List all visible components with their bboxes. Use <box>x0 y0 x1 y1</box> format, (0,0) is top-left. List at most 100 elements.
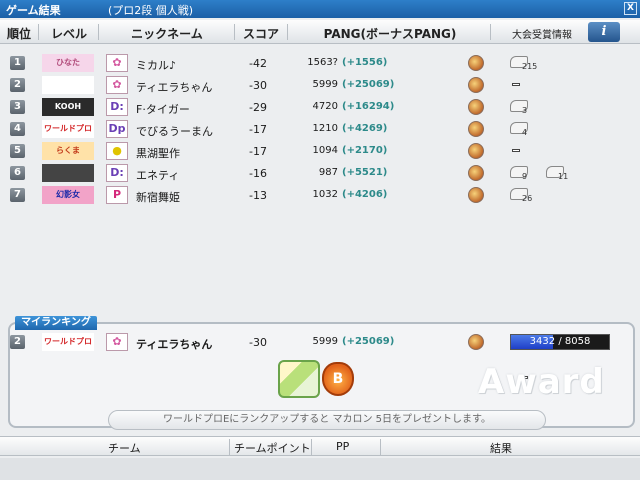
score: -42 <box>249 57 267 70</box>
pang: 5999 <box>312 336 338 347</box>
score: -30 <box>249 79 267 92</box>
bonus-pang: (+16294) <box>342 101 395 112</box>
bonus-pang: (+4269) <box>342 123 388 134</box>
empty-award-icon <box>512 83 520 86</box>
rank-badge: 4 <box>10 122 25 136</box>
exp-current: 3432 <box>529 336 556 347</box>
rank-badge: 5 <box>10 144 25 158</box>
result-row: 6 D: エネティ -16 987 (+5521) 9 11 <box>0 162 640 184</box>
medal-icon <box>468 165 484 181</box>
avatar: ✿ <box>106 76 128 94</box>
medal-icon <box>468 334 484 350</box>
medal-icon <box>468 121 484 137</box>
award-count: 11 <box>558 172 569 181</box>
award-cell: 215 <box>510 54 600 74</box>
award-count: 215 <box>522 62 538 71</box>
level-badge: 幻影女 <box>42 186 94 204</box>
avatar: P <box>106 186 128 204</box>
level-badge: ワールドプロE <box>42 120 94 138</box>
team-divider <box>311 439 312 455</box>
pang: 5999 <box>312 79 338 90</box>
level-badge: ひなた <box>42 54 94 72</box>
header-award-info: 大会受賞情報 <box>512 30 572 41</box>
award-cell <box>510 142 600 162</box>
result-row: 3 KOOH MANIA D: F·タイガー -29 4720 (+16294) 3 <box>0 96 640 118</box>
results-header: 順位 レベル ニックネーム スコア PANG(ボーナスPANG) 大会受賞情報 … <box>0 20 640 44</box>
nickname: ミカル♪ <box>136 59 177 72</box>
close-icon[interactable]: X <box>624 2 637 15</box>
nickname: でびるうーまん <box>136 125 213 138</box>
avatar: Dp <box>106 120 128 138</box>
my-ranking-tab[interactable]: マイランキング <box>15 316 97 330</box>
result-row: 7 幻影女 P 新宿舞姫 -13 1032 (+4206) 26 <box>0 184 640 206</box>
score: -13 <box>249 189 267 202</box>
pang: 1563? <box>307 57 338 68</box>
result-row: 2 ✿ ティエラちゃん -30 5999 (+25069) <box>0 74 640 96</box>
header-level: レベル <box>50 27 87 41</box>
nickname: 黒湖聖作 <box>136 147 180 160</box>
header-score: スコア <box>242 27 279 41</box>
pang: 987 <box>318 167 338 178</box>
result-row: 4 ワールドプロE Dp でびるうーまん -17 1210 (+4269) 4 <box>0 118 640 140</box>
award-count: 3 <box>522 106 528 115</box>
bonus-pang: (+25069) <box>342 79 395 90</box>
rank-badge: 2 <box>10 335 25 349</box>
header-divider <box>234 24 235 40</box>
team-divider <box>380 439 381 455</box>
pang: 1210 <box>312 123 338 134</box>
award-cell <box>510 76 600 96</box>
award-cell: 9 11 <box>510 164 600 184</box>
medal-icon <box>468 55 484 71</box>
title-bar: ゲーム結果 (プロ2段 個人戦) X <box>0 0 640 18</box>
pang: 1032 <box>312 189 338 200</box>
avatar: D: <box>106 98 128 116</box>
medal-icon <box>468 99 484 115</box>
pang: 1094 <box>312 145 338 156</box>
bottom-area <box>0 458 640 480</box>
avatar: ● <box>106 142 128 160</box>
window-subtitle: (プロ2段 個人戦) <box>108 4 194 17</box>
header-divider <box>287 24 288 40</box>
score: -17 <box>249 123 267 136</box>
level-badge: らくま <box>42 142 94 160</box>
team-point-label: チームポイント <box>234 442 311 455</box>
rank-badge: 2 <box>10 78 25 92</box>
award-cell: 26 <box>510 186 600 206</box>
score: -30 <box>249 336 267 349</box>
medal-icon <box>468 187 484 203</box>
rankup-notice: ワールドプロEにランクアップすると マカロン 5日をプレゼントします。 <box>108 410 546 430</box>
rank-badge: 6 <box>10 166 25 180</box>
result-row: 1 ひなた ✿ ミカル♪ -42 1563? (+1556) 215 <box>0 52 640 74</box>
award-cell: 4 <box>510 120 600 140</box>
rank-badge: 3 <box>10 100 25 114</box>
header-pang: PANG(ボーナスPANG) <box>323 27 457 41</box>
header-divider <box>98 24 99 40</box>
score: -16 <box>249 167 267 180</box>
award-watermark: Award <box>478 362 605 402</box>
award-info-button[interactable]: i <box>588 22 620 42</box>
pang: 4720 <box>312 101 338 112</box>
result-row: 5 らくま ● 黒湖聖作 -17 1094 (+2170) <box>0 140 640 162</box>
avatar: ✿ <box>106 333 128 351</box>
award-count: 26 <box>522 194 533 203</box>
score: -17 <box>249 145 267 158</box>
nickname: ティエラちゃん <box>136 338 213 351</box>
nickname: F·タイガー <box>136 103 190 116</box>
bonus-pang: (+1556) <box>342 57 388 68</box>
window-title: ゲーム結果 <box>6 4 61 17</box>
experience-text: 3432 / 8058 <box>511 336 609 347</box>
nickname: エネティ <box>136 169 180 182</box>
header-nickname: ニックネーム <box>131 27 203 41</box>
header-divider <box>38 24 39 40</box>
header-divider <box>490 24 491 40</box>
bonus-pang: (+5521) <box>342 167 388 178</box>
pp-label: PP <box>336 440 350 453</box>
team-label: チーム <box>108 442 141 455</box>
money-bag-icon: B <box>322 362 354 396</box>
bonus-pang: (+25069) <box>342 336 395 347</box>
team-divider <box>229 439 230 455</box>
level-badge <box>42 76 94 94</box>
level-badge: KOOH MANIA <box>42 98 94 116</box>
avatar: ✿ <box>106 54 128 72</box>
nickname: ティエラちゃん <box>136 81 213 94</box>
